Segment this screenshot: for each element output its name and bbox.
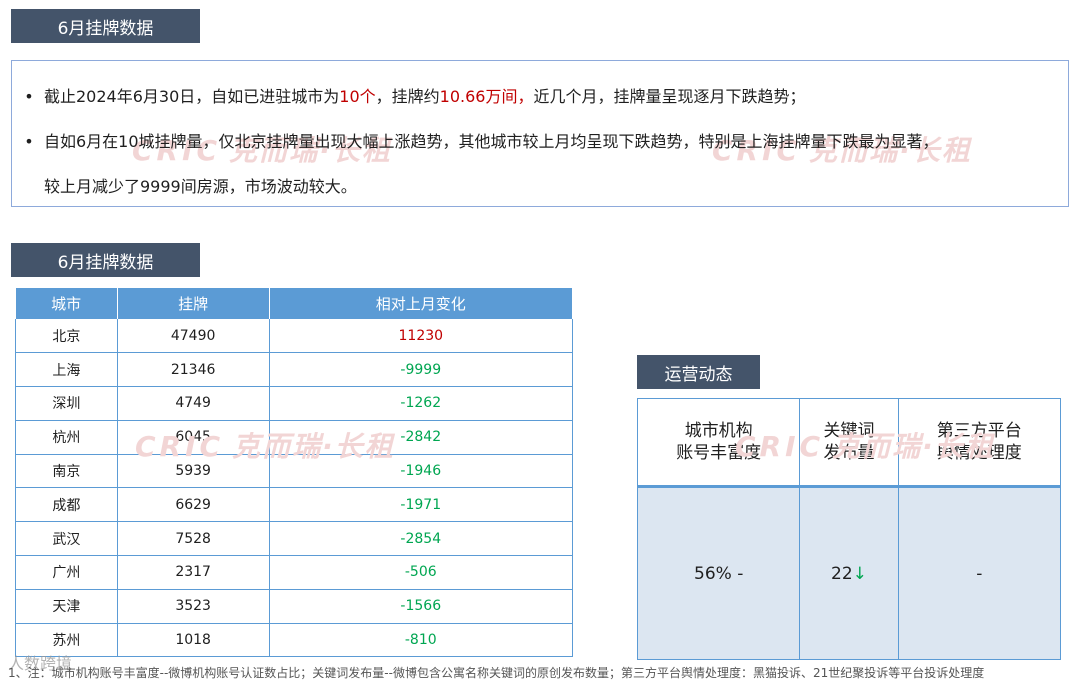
listings-cell: 7528: [117, 521, 270, 557]
bullet-text: 自如6月在10城挂牌量，仅北京挂牌量出现大幅上涨趋势，其他城市较上月均呈现下跌趋…: [44, 132, 939, 151]
city-cell: 杭州: [15, 420, 118, 455]
ops-header-keyword-volume: 关键词 发布量: [799, 398, 899, 488]
listings-cell: 6629: [117, 487, 270, 523]
city-count-highlight: 10个: [339, 87, 376, 106]
keyword-volume-value: 22↓: [799, 486, 899, 660]
listings-cell: 2317: [117, 555, 270, 590]
change-cell: -1946: [268, 454, 574, 489]
arrow-down-icon: ↓: [852, 563, 867, 584]
section-title-text: 6月挂牌数据: [57, 18, 154, 39]
listings-cell: 47490: [117, 319, 270, 354]
summary-box: CRIC 克而瑞·长租 CRIC 克而瑞·长租 • 截止2024年6月30日，自如已…: [11, 60, 1069, 207]
section-title-listing-table: 6月挂牌数据: [11, 243, 200, 277]
bullet-text: 较上月减少了9999间房源，市场波动较大。: [44, 177, 357, 196]
city-cell: 南京: [15, 454, 118, 489]
table-row: 天津 3523 -1566: [15, 589, 574, 624]
table-row: 广州 2317 -506: [15, 555, 574, 590]
table-row: 深圳 4749 -1262: [15, 386, 574, 421]
change-cell: -1971: [268, 487, 574, 523]
ops-header-sentiment-handling: 第三方平台 舆情处理度: [897, 398, 1062, 488]
table-row: 南京 5939 -1946: [15, 454, 574, 489]
listings-cell: 4749: [117, 386, 270, 421]
change-cell: -810: [268, 623, 574, 658]
section-title-text: 运营动态: [664, 364, 733, 385]
city-cell: 上海: [15, 352, 118, 388]
listings-cell: 1018: [117, 623, 270, 658]
change-cell: -2842: [268, 420, 574, 455]
account-richness-value: 56% -: [636, 486, 801, 660]
listing-table: 城市 挂牌 相对上月变化 北京 47490 11230 上海 21346 -99…: [15, 288, 574, 658]
column-header-listings: 挂牌: [117, 288, 270, 319]
ops-header-row: 城市机构 账号丰富度 关键词 发布量 第三方平台 舆情处理度: [636, 398, 1062, 488]
change-cell: -9999: [268, 352, 574, 388]
bullet-dot: •: [24, 132, 34, 151]
city-cell: 北京: [15, 319, 118, 354]
listings-cell: 5939: [117, 454, 270, 489]
section-title-listing-summary: 6月挂牌数据: [11, 9, 200, 43]
sentiment-handling-value: -: [897, 486, 1062, 660]
listing-count-highlight: 10.66万间，: [439, 87, 534, 106]
table-row: 上海 21346 -9999: [15, 352, 574, 388]
column-header-change: 相对上月变化: [269, 288, 574, 319]
listings-cell: 21346: [117, 352, 270, 388]
city-cell: 武汉: [15, 521, 118, 557]
ops-value-row: 56% - 22↓ -: [636, 486, 1062, 660]
ops-header-account-richness: 城市机构 账号丰富度: [636, 398, 801, 488]
table-row: 武汉 7528 -2854: [15, 521, 574, 557]
city-cell: 成都: [15, 487, 118, 523]
section-title-text: 6月挂牌数据: [57, 252, 154, 273]
table-row: 杭州 6045 -2842: [15, 420, 574, 455]
city-cell: 深圳: [15, 386, 118, 421]
change-cell: 11230: [268, 319, 574, 354]
operations-table: 城市机构 账号丰富度 关键词 发布量 第三方平台 舆情处理度 56% - 22↓…: [636, 398, 1062, 660]
bullet-text: 截止2024年6月30日，自如已进驻城市为10个，挂牌约10.66万间，近几个月…: [44, 87, 806, 106]
listings-cell: 6045: [117, 420, 270, 455]
city-cell: 天津: [15, 589, 118, 624]
footnote: 1、注：城市机构账号丰富度--微博机构账号认证数占比；关键词发布量--微博包含公…: [8, 666, 985, 680]
column-header-city: 城市: [15, 288, 118, 319]
change-cell: -1566: [268, 589, 574, 624]
section-title-operations: 运营动态: [637, 355, 760, 389]
change-cell: -1262: [268, 386, 574, 421]
table-row: 北京 47490 11230: [15, 319, 574, 354]
change-cell: -506: [268, 555, 574, 590]
bullet-dot: •: [24, 87, 34, 106]
listings-cell: 3523: [117, 589, 270, 624]
city-cell: 广州: [15, 555, 118, 590]
table-row: 成都 6629 -1971: [15, 487, 574, 523]
table-header-row: 城市 挂牌 相对上月变化: [15, 288, 574, 319]
change-cell: -2854: [268, 521, 574, 557]
table-row: 苏州 1018 -810: [15, 623, 574, 658]
